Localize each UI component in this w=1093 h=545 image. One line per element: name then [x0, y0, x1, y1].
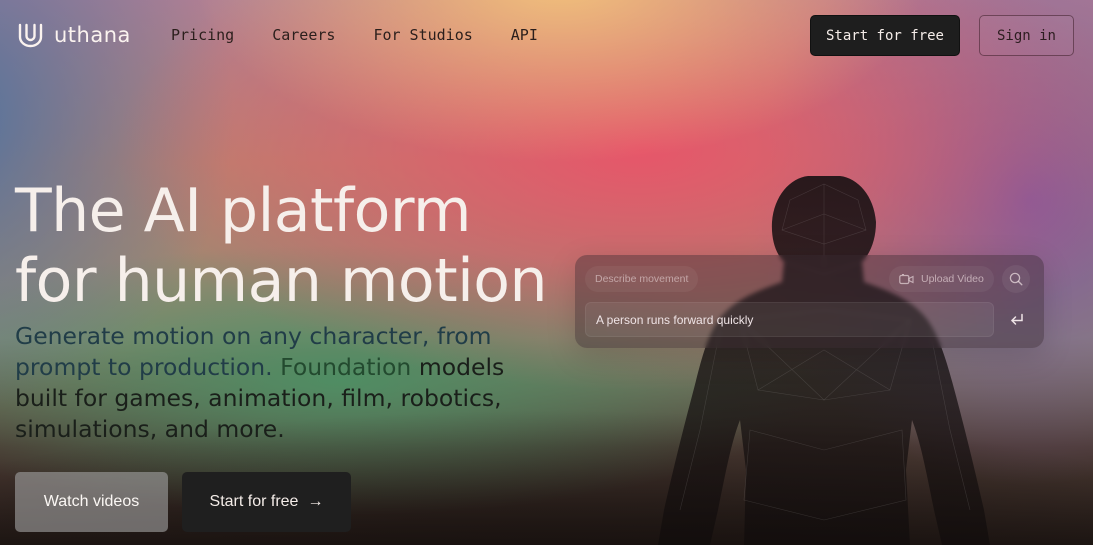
hero-title-line2: for human motion — [15, 246, 548, 316]
arrow-right-icon: → — [307, 493, 324, 510]
nav-link-for-studios[interactable]: For Studios — [373, 26, 472, 44]
uthana-logo-icon — [18, 23, 43, 48]
submit-prompt-button[interactable] — [1006, 310, 1028, 330]
search-icon — [1009, 272, 1023, 286]
nav-links: Pricing Careers For Studios API — [171, 26, 538, 44]
motion-prompt-input[interactable]: A person runs forward quickly — [585, 302, 994, 337]
upload-video-label: Upload Video — [921, 273, 984, 285]
nav-link-api[interactable]: API — [511, 26, 538, 44]
hero-title: The AI platform for human motion — [15, 176, 575, 316]
brand-name: uthana — [54, 23, 131, 47]
hero-title-line1: The AI platform — [15, 176, 471, 246]
start-for-free-button[interactable]: Start for free — [810, 15, 960, 56]
hero-start-label: Start for free — [209, 493, 299, 510]
upload-video-button[interactable]: Upload Video — [889, 266, 994, 292]
watch-videos-button[interactable]: Watch videos — [15, 472, 168, 532]
hero-subtitle-part2: Foundation — [280, 353, 412, 381]
human-mesh-figure — [658, 176, 990, 545]
search-button[interactable] — [1002, 265, 1030, 293]
motion-prompt-panel: Describe movement Upload Video A person … — [575, 255, 1044, 348]
video-camera-icon — [899, 273, 914, 284]
nav-link-careers[interactable]: Careers — [272, 26, 335, 44]
describe-movement-tab[interactable]: Describe movement — [585, 266, 699, 292]
nav-link-pricing[interactable]: Pricing — [171, 26, 234, 44]
brand-logo[interactable]: uthana — [17, 22, 131, 48]
sign-in-button[interactable]: Sign in — [979, 15, 1074, 56]
hero-subtitle: Generate motion on any character, from p… — [15, 321, 515, 445]
enter-icon — [1011, 313, 1023, 325]
hero-start-for-free-button[interactable]: Start for free → — [182, 472, 351, 532]
top-nav: uthana Pricing Careers For Studios API S… — [0, 0, 1093, 70]
